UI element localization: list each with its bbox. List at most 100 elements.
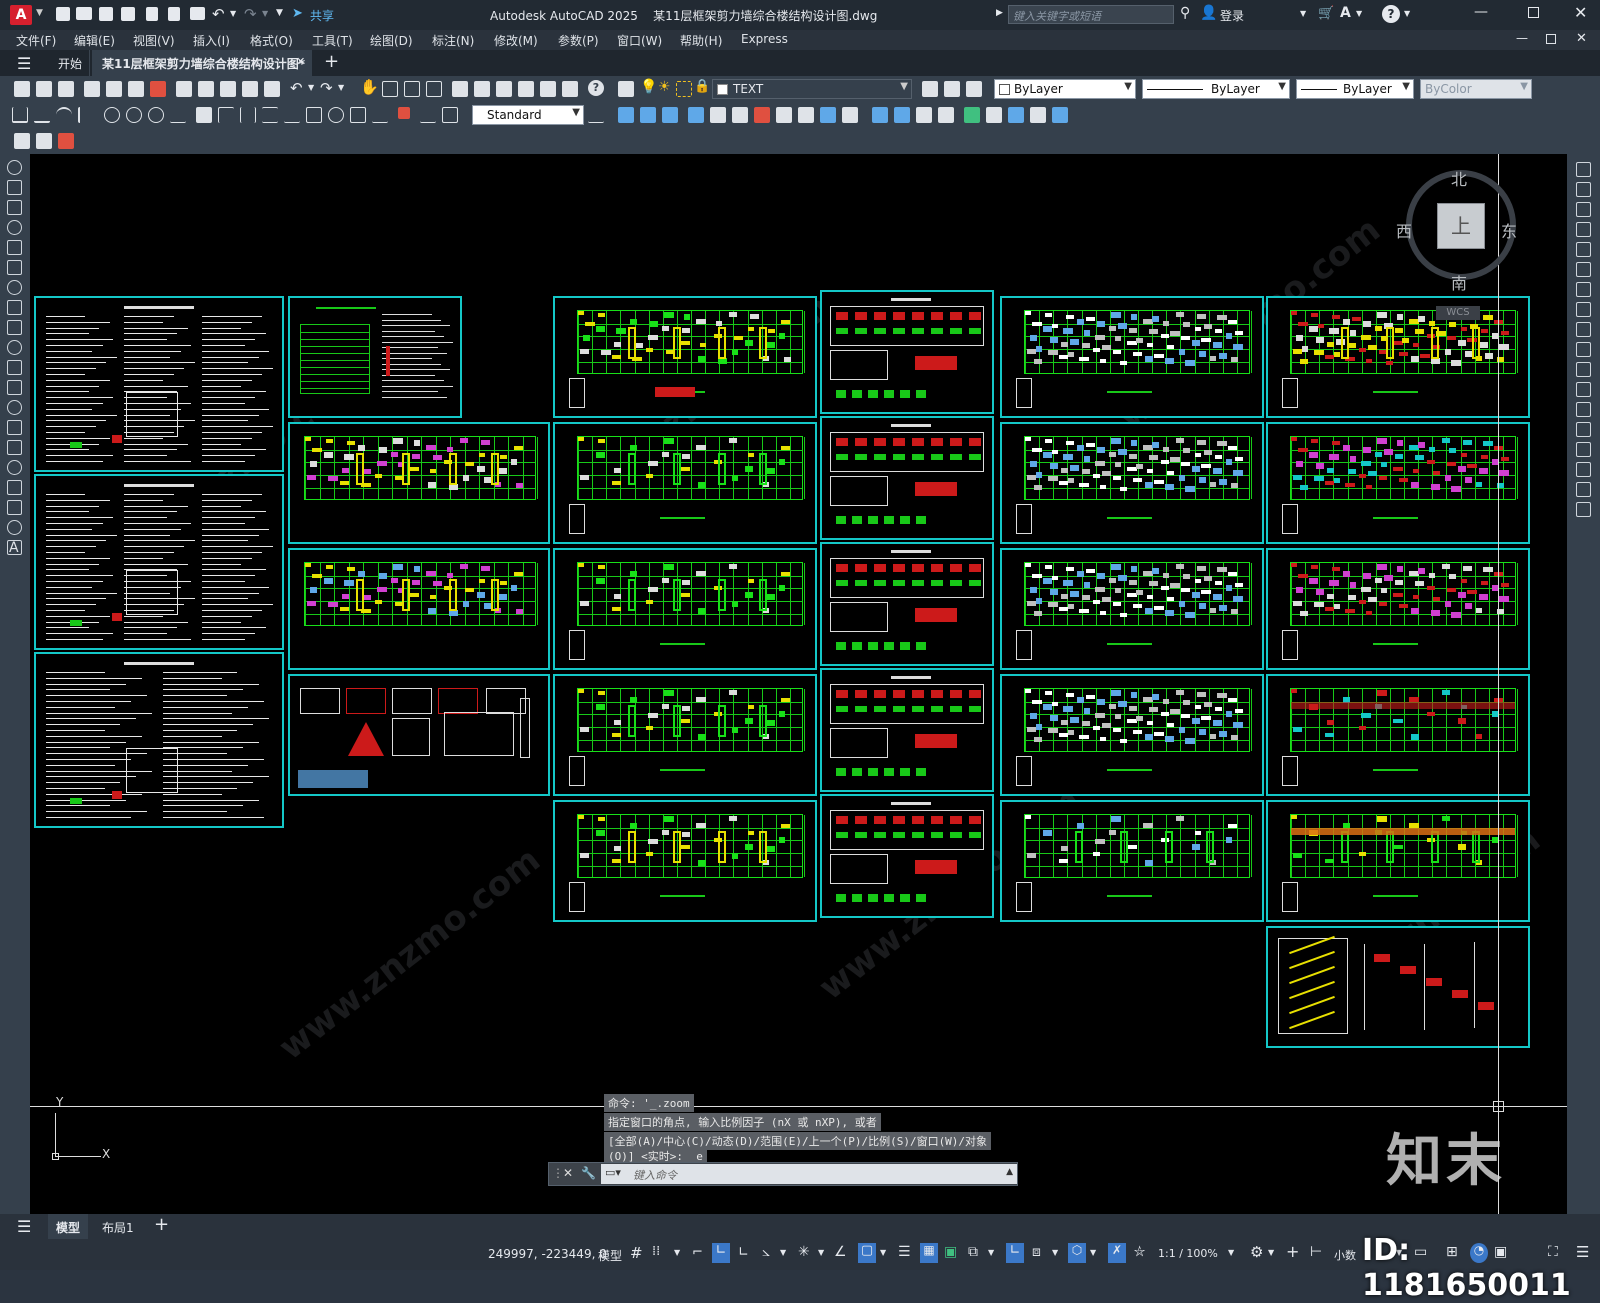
save-icon[interactable] [99,7,113,21]
layer-vp-icon[interactable] [676,81,692,97]
fillet-icon[interactable] [1576,462,1591,477]
layout-menu-icon[interactable]: ☰ [17,1217,31,1236]
sheet-column-schedule-4[interactable] [820,668,994,792]
view-3d-3-icon[interactable] [662,107,678,123]
point-icon[interactable] [7,420,22,435]
sheet-stair-details[interactable] [1266,926,1530,1048]
plot-icon[interactable] [190,7,205,20]
lineweight-dropdown[interactable]: ByLayer ▼ [1296,79,1414,99]
region-icon[interactable] [7,480,22,495]
table-icon[interactable] [7,500,22,515]
lineweight-icon[interactable]: ☰ [898,1244,911,1260]
plotstyle-dropdown[interactable]: ByColor ▼ [1420,79,1532,99]
tab-layout1[interactable]: 布局1 [94,1214,142,1239]
close-window-icon[interactable]: ✕ [1574,3,1587,22]
layer-lock-icon[interactable]: 🔒 [694,79,710,94]
sheet-beam-plan-3[interactable] [1000,548,1264,670]
dim-edit-icon[interactable] [398,107,410,119]
redo-tb-icon[interactable]: ↷ [320,79,333,97]
doc-minimize-icon[interactable]: — [1516,31,1528,45]
visual-5-icon[interactable] [964,107,980,123]
ellipse-icon[interactable] [7,340,22,355]
trim-icon[interactable] [1576,342,1591,357]
modify-2-icon[interactable] [710,107,726,123]
menu-edit[interactable]: 编辑(E) [74,32,115,49]
sheet-column-schedule-5[interactable] [820,794,994,918]
layer-match-icon[interactable] [944,81,960,97]
compass-north[interactable]: 北 [1451,166,1467,190]
modify-5-icon[interactable] [776,107,792,123]
stretch-icon[interactable] [1576,322,1591,337]
offset-icon[interactable] [1576,222,1591,237]
sheet-column-schedule-1[interactable] [820,290,994,414]
visual-4-icon[interactable] [938,107,954,123]
layer-freeze-icon[interactable]: ☀ [658,79,671,95]
markup-icon[interactable] [540,81,556,97]
etransmit-icon[interactable] [150,81,166,97]
annotation-dropdown-icon[interactable]: ▼ [1090,1248,1096,1257]
ortho-icon[interactable]: ∟ [712,1243,730,1263]
view-3d-2-icon[interactable] [640,107,656,123]
open-file-icon[interactable] [76,7,92,20]
insert-block-icon[interactable] [7,380,22,395]
quickcalc-icon[interactable] [562,81,578,97]
redo-tb-dropdown-icon[interactable]: ▼ [338,83,344,92]
hamburger-menu-icon[interactable]: ☰ [17,54,31,73]
paste-icon[interactable] [220,81,236,97]
dim-break-icon[interactable] [284,107,300,123]
annotation-scale-icon[interactable]: ⛦ [1134,1244,1145,1260]
selection-cycling-icon[interactable]: ▣ [944,1244,957,1260]
sheet-column-schedule-2[interactable] [820,416,994,540]
publish-icon[interactable] [128,81,144,97]
sheet-wall-column-plan-3[interactable] [553,548,817,670]
design-center-icon[interactable] [474,81,490,97]
workspace-gear-icon[interactable]: ⚙ [1250,1243,1263,1261]
visual-6-icon[interactable] [986,107,1002,123]
move-icon[interactable] [1576,262,1591,277]
autodesk-app-icon[interactable]: A [1340,5,1351,21]
sheet-beam-plan-2[interactable] [1000,422,1264,544]
sheet-slab-plan-2[interactable] [1266,422,1530,544]
modify-7-icon[interactable] [820,107,836,123]
qnew-icon[interactable] [14,81,30,97]
menu-tools[interactable]: 工具(T) [312,32,353,49]
help-icon[interactable]: ? [1382,5,1400,23]
line-icon[interactable] [7,160,22,175]
spline-icon[interactable] [7,320,22,335]
preview-icon[interactable] [106,81,122,97]
tolerance-icon[interactable] [306,107,322,123]
tab-document[interactable]: 某11层框架剪力墙综合楼结构设计图* ✕ [92,50,312,76]
sheet-beam-plan-1[interactable] [1000,296,1264,418]
sheet-column-schedule-3[interactable] [820,542,994,666]
gizmo-dropdown-icon[interactable]: ▼ [1052,1248,1058,1257]
save-tb-icon[interactable] [58,81,74,97]
grid-icon[interactable]: # [630,1244,643,1262]
tool-palettes-icon[interactable] [496,81,512,97]
explode-icon[interactable] [1576,502,1591,517]
save-web-icon[interactable] [168,7,180,21]
infer-icon[interactable]: ⌐ [692,1245,703,1260]
undo-tb-icon[interactable]: ↶ [290,79,303,97]
isometric-icon[interactable]: ✳ [798,1244,810,1260]
sheet-beam-plan-5[interactable] [1000,800,1264,922]
copy-object-icon[interactable] [1576,182,1591,197]
color-dropdown[interactable]: ByLayer ▼ [994,79,1136,99]
login-dropdown-icon[interactable]: ▼ [1300,9,1306,18]
center-mark-icon[interactable] [328,107,344,123]
layer-dropdown[interactable]: TEXT ▼ [712,79,912,99]
transparency-icon[interactable]: ▦ [920,1243,938,1263]
dim-aligned-icon[interactable] [34,107,50,123]
menu-help[interactable]: 帮助(H) [680,32,722,49]
workspace-dropdown-icon[interactable]: ▼ [1268,1248,1274,1257]
layer-properties-icon[interactable] [618,81,634,97]
modify-6-icon[interactable] [798,107,814,123]
extend-icon[interactable] [1576,362,1591,377]
command-customize-icon[interactable]: 🔧 [581,1166,596,1180]
attribute-icon[interactable] [58,133,74,149]
redo-icon[interactable]: ↷ [244,5,257,23]
join-icon[interactable] [1576,422,1591,437]
insert-block-icon[interactable] [36,133,52,149]
menu-view[interactable]: 视图(V) [133,32,175,49]
drawing-canvas[interactable]: www.znzmo.com www.znzmo.com www.znzmo.co… [30,154,1567,1214]
tab-close-icon[interactable]: ✕ [296,55,305,68]
